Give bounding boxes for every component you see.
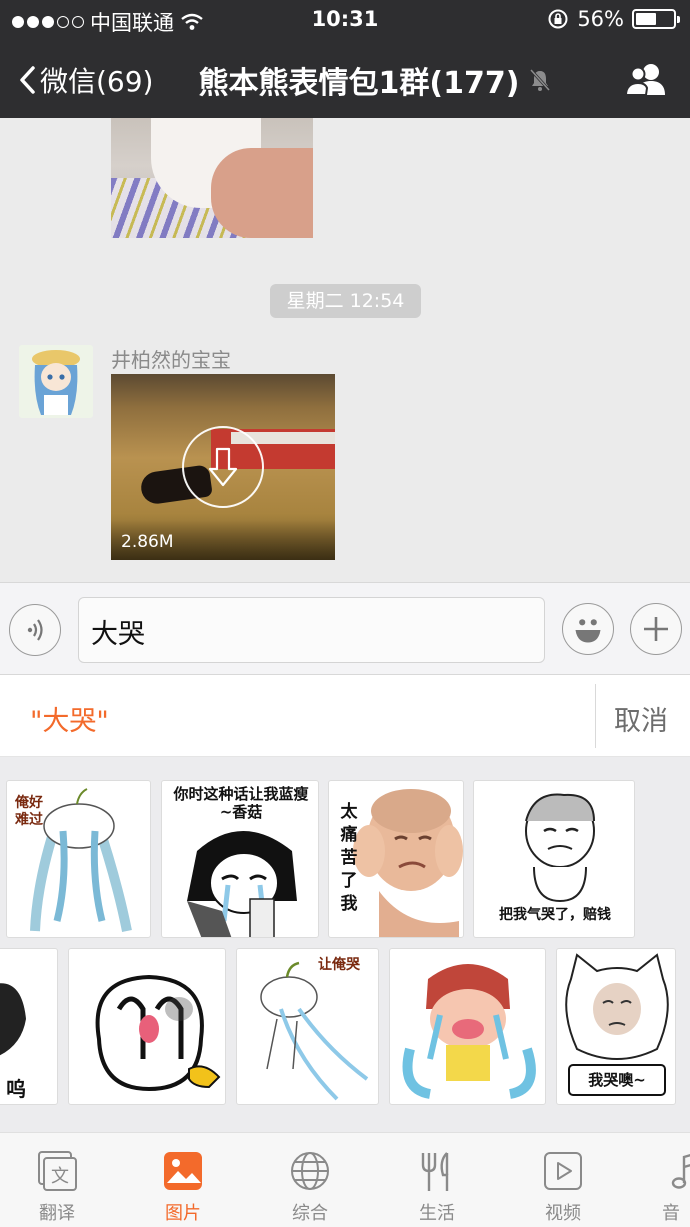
search-category-tabs: 文 翻译 图片 综合 生活 视频 音 <box>0 1132 690 1227</box>
tab-label: 音 <box>662 1203 680 1224</box>
sticker-caption: 你时这种话让我蓝瘦~香菇 <box>173 785 309 821</box>
group-members-icon[interactable] <box>624 62 668 96</box>
battery-label: 56% <box>577 7 624 31</box>
sticker-caption: 让俺哭 <box>318 957 360 973</box>
sender-avatar[interactable] <box>19 345 93 418</box>
tab-life[interactable]: 生活 <box>387 1133 487 1227</box>
video-icon <box>544 1152 582 1190</box>
tab-label: 视频 <box>545 1203 581 1224</box>
tab-label: 翻译 <box>39 1203 75 1224</box>
translate-icon: 文 <box>38 1151 77 1191</box>
music-icon <box>671 1154 690 1189</box>
video-size: 2.86M <box>121 532 174 552</box>
top-bar: 中国联通 10:31 56% 微信(69) 熊本熊表情包1群(177) <box>0 0 690 118</box>
sticker-caption: 呜 <box>6 1077 26 1101</box>
svg-text:文: 文 <box>51 1166 69 1187</box>
image-message[interactable] <box>111 118 313 238</box>
smiley-icon <box>575 619 601 643</box>
battery-icon <box>632 9 680 29</box>
fork-knife-icon <box>421 1152 449 1191</box>
tab-label: 生活 <box>419 1203 455 1224</box>
plus-icon <box>644 617 668 641</box>
input-bar: 大哭 <box>0 582 690 675</box>
timestamp-pill: 星期二 12:54 <box>270 284 421 318</box>
download-icon[interactable] <box>182 426 264 508</box>
tab-label: 综合 <box>292 1203 328 1224</box>
status-bar: 中国联通 10:31 56% <box>0 0 690 40</box>
nav-bar: 微信(69) 熊本熊表情包1群(177) <box>0 40 690 118</box>
sticker-item[interactable]: 俺好难过 <box>6 780 151 938</box>
tab-video[interactable]: 视频 <box>513 1133 613 1227</box>
sticker-item[interactable]: 太痛苦了我 <box>328 780 464 938</box>
cancel-button[interactable]: 取消 <box>614 699 668 738</box>
voice-button[interactable] <box>9 604 61 656</box>
mute-bell-icon <box>530 68 551 92</box>
sticker-caption: 俺好难过 <box>15 795 43 828</box>
image-icon <box>164 1152 202 1190</box>
sticker-item[interactable] <box>68 948 226 1105</box>
emoji-button[interactable] <box>562 603 614 655</box>
tab-label: 图片 <box>165 1203 201 1224</box>
chat-title: 熊本熊表情包1群(177) <box>0 58 690 102</box>
sticker-item[interactable]: 把我气哭了，赔钱 <box>473 780 635 938</box>
tab-music[interactable]: 音 <box>640 1133 690 1227</box>
chat-area[interactable]: 星期二 12:54 井柏然的宝宝 2.86M <box>0 118 690 582</box>
video-message[interactable]: 2.86M <box>111 374 335 560</box>
sticker-item[interactable]: 我哭噢~ <box>556 948 676 1105</box>
sticker-search-row: "大哭" 取消 <box>0 675 690 757</box>
sticker-item[interactable] <box>389 948 546 1105</box>
rotation-lock-icon <box>548 9 568 29</box>
sticker-caption: 我哭噢~ <box>588 1071 646 1089</box>
tab-general[interactable]: 综合 <box>260 1133 360 1227</box>
status-right: 56% <box>547 7 680 31</box>
divider <box>595 684 596 748</box>
search-query: "大哭" <box>30 706 109 737</box>
message-input[interactable]: 大哭 <box>78 597 545 663</box>
sticker-caption: 把我气哭了，赔钱 <box>499 907 611 923</box>
sticker-caption: 太痛苦了我 <box>340 802 358 914</box>
sender-name: 井柏然的宝宝 <box>111 348 231 372</box>
globe-icon <box>291 1152 329 1190</box>
chat-title-text: 熊本熊表情包1群(177) <box>198 66 520 101</box>
sticker-item[interactable]: 呜 <box>0 948 58 1105</box>
sticker-item[interactable]: 让俺哭 <box>236 948 379 1105</box>
tab-images[interactable]: 图片 <box>133 1133 233 1227</box>
sticker-item[interactable]: 你时这种话让我蓝瘦~香菇 <box>161 780 319 938</box>
more-button[interactable] <box>630 603 682 655</box>
sticker-results: 俺好难过 你时这种话让我蓝瘦~香菇 太痛苦了我 把我气哭了，赔钱 呜 让俺哭 我… <box>0 757 690 1132</box>
voice-icon <box>27 619 43 641</box>
tab-translate[interactable]: 文 翻译 <box>7 1133 107 1227</box>
